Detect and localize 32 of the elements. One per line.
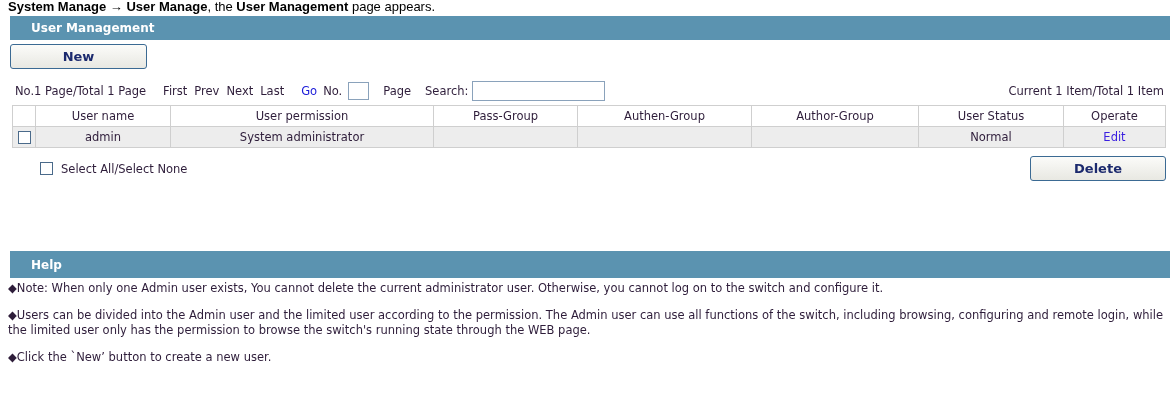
page-number-field[interactable] <box>348 82 370 100</box>
pager-link[interactable]: Next <box>226 84 254 98</box>
pager-link[interactable]: Prev <box>194 84 220 98</box>
select-all-checkbox[interactable] <box>40 162 53 175</box>
go-link[interactable]: Go <box>301 84 318 98</box>
help-note: ◆Users can be divided into the Admin user and the limited user according to the permission. The Admin user can use all functions of the switch, including browsing, configuring and remote login, while the limited user only has the permission to browse the switch's running state through the WEB page. <box>8 308 1165 338</box>
column-header: User permission <box>170 105 434 127</box>
row-checkbox[interactable] <box>17 131 31 144</box>
help-title: Help <box>30 257 62 272</box>
page-info: No.1 Page/Total 1 Page <box>15 84 147 98</box>
column-header: Author-Group <box>751 105 919 127</box>
column-header: User name <box>35 105 171 127</box>
help-note: ◆Note: When only one Admin user exists, You cannot delete the current administrator user. Otherwise, you cannot log on to the switch and configure it. <box>8 281 885 296</box>
delete-button[interactable]: Delete <box>1030 156 1166 181</box>
page-label: Page <box>383 84 412 98</box>
edit-link[interactable]: Edit <box>1103 130 1126 144</box>
table-cell: System administrator <box>170 126 434 148</box>
column-header: Pass-Group <box>433 105 578 127</box>
panel-title: User Management <box>30 21 155 35</box>
caption-text: System Manage → User Manage, the User Management page appears. <box>7 0 437 16</box>
search-label: Search: <box>425 84 469 98</box>
pager-link[interactable]: First <box>163 84 188 98</box>
column-header: Authen-Group <box>577 105 752 127</box>
new-button[interactable]: New <box>10 44 147 69</box>
search-field[interactable] <box>472 81 606 101</box>
column-header: Operate <box>1063 105 1166 127</box>
select-all-label[interactable]: Select All/Select None <box>61 161 188 176</box>
pager-link[interactable]: Last <box>260 84 285 98</box>
help-note: ◆Click the `New’ button to create a new user. <box>8 350 273 365</box>
item-count: Current 1 Item/Total 1 Item <box>1008 84 1164 98</box>
column-header: User Status <box>918 105 1064 127</box>
page-number-label: No. <box>323 84 343 98</box>
